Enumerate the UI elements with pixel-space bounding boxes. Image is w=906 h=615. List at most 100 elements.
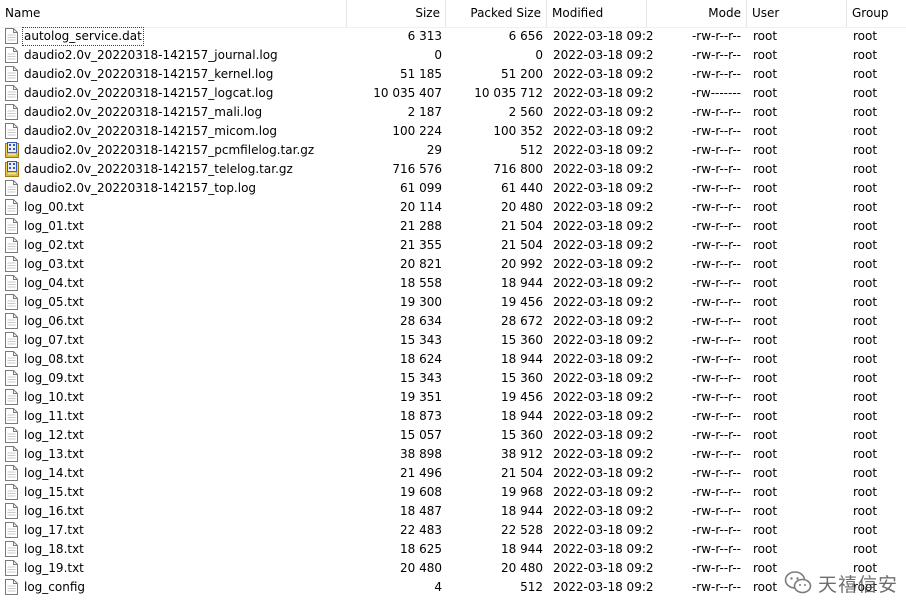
file-group: root <box>853 333 878 347</box>
file-row[interactable]: log_06.txt 28 634 28 672 2022-03-18 09:22 -r… <box>0 312 906 331</box>
column-header-size[interactable]: Size <box>347 0 446 27</box>
file-size: 10 035 407 <box>373 86 442 100</box>
file-name: log_13.txt <box>24 447 84 461</box>
column-header-user[interactable]: User <box>747 0 847 27</box>
file-row[interactable]: daudio2.0v_20220318-142157_logcat.log 10 … <box>0 84 906 103</box>
file-row[interactable]: autolog_service.dat 6 313 6 656 2022-03-18 … <box>0 27 906 46</box>
file-modified: 2022-03-18 09:22 <box>553 48 653 62</box>
file-size: 38 898 <box>400 447 442 461</box>
file-packed-size: 512 <box>520 143 543 157</box>
file-name: log_17.txt <box>24 523 84 537</box>
file-name-cell: log_02.txt <box>4 236 344 255</box>
file-name: log_08.txt <box>24 352 84 366</box>
document-icon <box>5 503 18 519</box>
file-row[interactable]: daudio2.0v_20220318-142157_kernel.log 51 … <box>0 65 906 84</box>
file-name-cell: log_07.txt <box>4 331 344 350</box>
file-row[interactable]: daudio2.0v_20220318-142157_micom.log 100 … <box>0 122 906 141</box>
file-user: root <box>753 314 778 328</box>
file-row[interactable]: daudio2.0v_20220318-142157_top.log 61 099… <box>0 179 906 198</box>
column-header-modified[interactable]: Modified <box>547 0 647 27</box>
file-row[interactable]: log_00.txt 20 114 20 480 2022-03-18 09:22 -r… <box>0 198 906 217</box>
file-row[interactable]: log_09.txt 15 343 15 360 2022-03-18 09:22 -r… <box>0 369 906 388</box>
file-user: root <box>753 333 778 347</box>
file-group: root <box>853 504 878 518</box>
file-row[interactable]: log_04.txt 18 558 18 944 2022-03-18 09:22 -r… <box>0 274 906 293</box>
file-group: root <box>853 466 878 480</box>
file-packed-size: 6 656 <box>508 29 543 43</box>
watermark: 天禧信安 <box>784 569 898 597</box>
file-packed-size: 51 200 <box>501 67 543 81</box>
file-user: root <box>753 219 778 233</box>
file-mode: -rw-r--r-- <box>691 295 741 309</box>
file-row[interactable]: log_03.txt 20 821 20 992 2022-03-18 09:22 -r… <box>0 255 906 274</box>
file-size: 18 487 <box>400 504 442 518</box>
file-row[interactable]: log_07.txt 15 343 15 360 2022-03-18 09:22 -r… <box>0 331 906 350</box>
file-name-cell: log_08.txt <box>4 350 344 369</box>
file-name-cell: log_14.txt <box>4 464 344 483</box>
file-packed-size: 28 672 <box>501 314 543 328</box>
file-row[interactable]: log_18.txt 18 625 18 944 2022-03-18 09:22 -r… <box>0 540 906 559</box>
file-row[interactable]: log_08.txt 18 624 18 944 2022-03-18 09:22 -r… <box>0 350 906 369</box>
file-name-cell: log_16.txt <box>4 502 344 521</box>
document-icon <box>5 332 18 348</box>
file-modified: 2022-03-18 09:22 <box>553 238 653 252</box>
file-packed-size: 20 480 <box>501 200 543 214</box>
column-header-group[interactable]: Group <box>847 0 906 27</box>
file-user: root <box>753 352 778 366</box>
file-group: root <box>853 105 878 119</box>
file-packed-size: 20 480 <box>501 561 543 575</box>
file-user: root <box>753 485 778 499</box>
file-name: daudio2.0v_20220318-142157_telelog.tar.g… <box>24 162 293 176</box>
column-header-mode[interactable]: Mode <box>647 0 747 27</box>
file-row[interactable]: daudio2.0v_20220318-142157_pcmfilelog.ta… <box>0 141 906 160</box>
file-size: 18 873 <box>400 409 442 423</box>
file-size: 20 480 <box>400 561 442 575</box>
column-header-name[interactable]: Name <box>0 0 347 27</box>
file-group: root <box>853 542 878 556</box>
file-row[interactable]: log_11.txt 18 873 18 944 2022-03-18 09:22 -r… <box>0 407 906 426</box>
file-row[interactable]: daudio2.0v_20220318-142157_journal.log 0 0… <box>0 46 906 65</box>
file-name: autolog_service.dat <box>22 27 144 46</box>
file-group: root <box>853 200 878 214</box>
file-size: 20 114 <box>400 200 442 214</box>
file-modified: 2022-03-18 09:22 <box>553 181 653 195</box>
file-row[interactable]: log_14.txt 21 496 21 504 2022-03-18 09:22 -r… <box>0 464 906 483</box>
file-row[interactable]: daudio2.0v_20220318-142157_mali.log 2 187… <box>0 103 906 122</box>
file-modified: 2022-03-18 09:22 <box>553 485 653 499</box>
file-user: root <box>753 371 778 385</box>
file-packed-size: 2 560 <box>508 105 543 119</box>
archive-icon <box>5 142 19 158</box>
file-group: root <box>853 295 878 309</box>
file-group: root <box>853 352 878 366</box>
file-modified: 2022-03-18 09:22 <box>553 105 653 119</box>
file-row[interactable]: log_15.txt 19 608 19 968 2022-03-18 09:22 -r… <box>0 483 906 502</box>
file-row[interactable]: log_config 4 512 2022-03-18 09:22 -rw-r--r--… <box>0 578 906 597</box>
file-size: 18 625 <box>400 542 442 556</box>
file-name-cell: log_11.txt <box>4 407 344 426</box>
file-row[interactable]: log_17.txt 22 483 22 528 2022-03-18 09:22 -r… <box>0 521 906 540</box>
file-modified: 2022-03-18 09:22 <box>553 371 653 385</box>
file-row[interactable]: daudio2.0v_20220318-142157_telelog.tar.g… <box>0 160 906 179</box>
file-name-cell: log_03.txt <box>4 255 344 274</box>
file-name-cell: log_19.txt <box>4 559 344 578</box>
file-size: 2 187 <box>407 105 442 119</box>
file-row[interactable]: log_12.txt 15 057 15 360 2022-03-18 09:22 -r… <box>0 426 906 445</box>
file-row[interactable]: log_10.txt 19 351 19 456 2022-03-18 09:22 -r… <box>0 388 906 407</box>
file-row[interactable]: log_01.txt 21 288 21 504 2022-03-18 09:22 -r… <box>0 217 906 236</box>
document-icon <box>5 313 18 329</box>
file-name: log_config <box>24 580 86 594</box>
file-row[interactable]: log_16.txt 18 487 18 944 2022-03-18 09:22 -r… <box>0 502 906 521</box>
file-size: 15 057 <box>400 428 442 442</box>
file-user: root <box>753 542 778 556</box>
file-row[interactable]: log_13.txt 38 898 38 912 2022-03-18 09:22 -r… <box>0 445 906 464</box>
document-icon <box>5 522 18 538</box>
file-modified: 2022-03-18 09:22 <box>553 504 653 518</box>
file-modified: 2022-03-18 09:22 <box>553 333 653 347</box>
file-packed-size: 18 944 <box>501 504 543 518</box>
file-packed-size: 0 <box>535 48 543 62</box>
file-row[interactable]: log_02.txt 21 355 21 504 2022-03-18 09:22 -r… <box>0 236 906 255</box>
file-row[interactable]: log_19.txt 20 480 20 480 2022-03-18 09:22 -r… <box>0 559 906 578</box>
column-header-packed-size[interactable]: Packed Size <box>446 0 547 27</box>
file-row[interactable]: log_05.txt 19 300 19 456 2022-03-18 09:22 -r… <box>0 293 906 312</box>
file-size: 22 483 <box>400 523 442 537</box>
